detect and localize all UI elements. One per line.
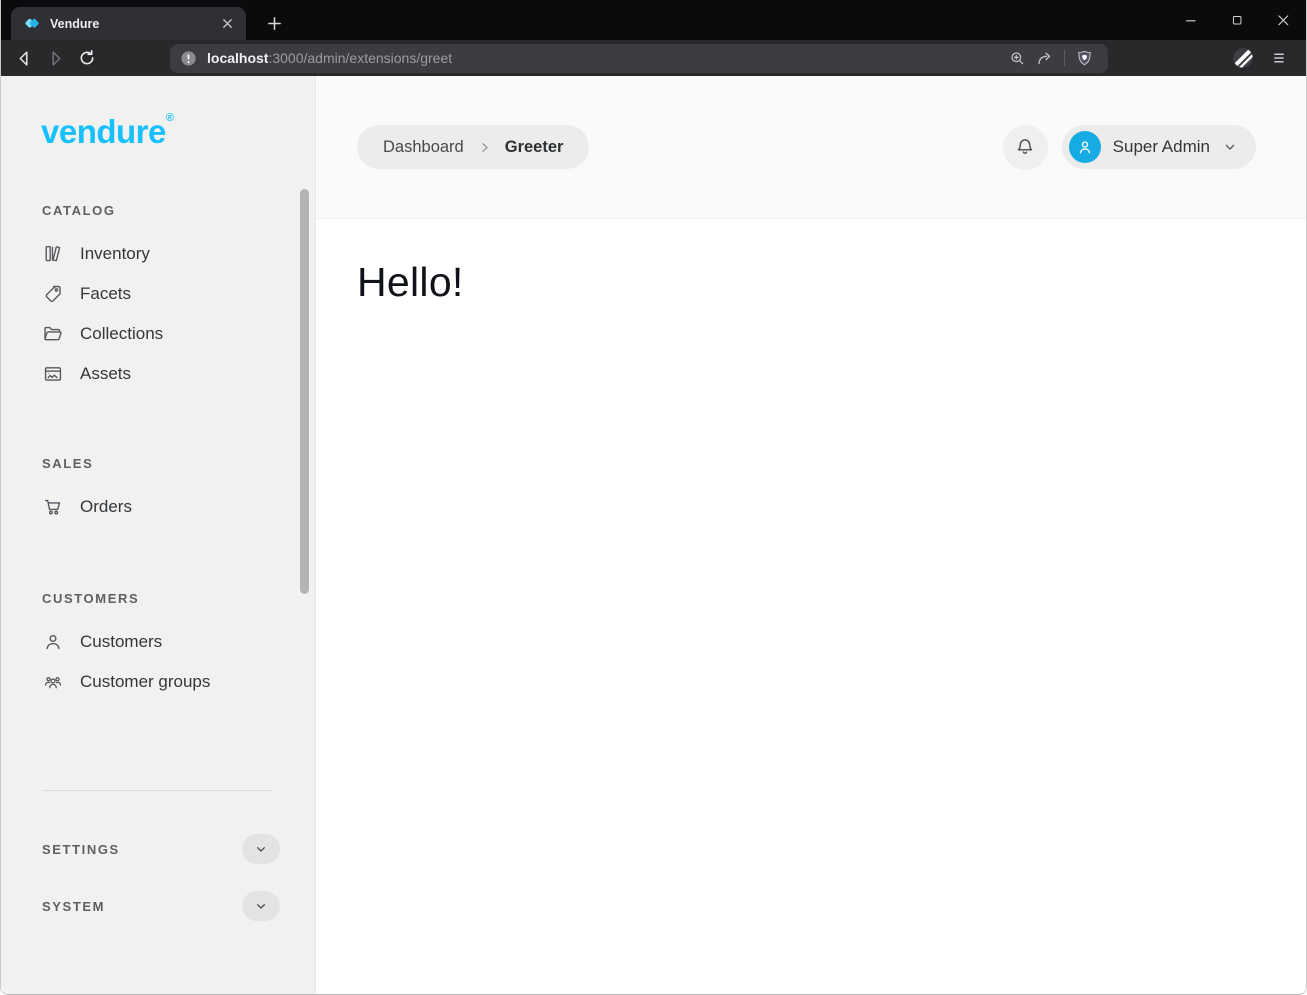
sidebar-divider xyxy=(42,790,272,791)
breadcrumb-chevron-icon xyxy=(477,140,492,155)
sidebar-item-label: Assets xyxy=(80,364,131,384)
sidebar-item-inventory[interactable]: Inventory xyxy=(42,234,315,274)
sidebar-item-label: Collections xyxy=(80,324,163,344)
browser-menu-icon[interactable] xyxy=(1264,43,1294,73)
sidebar-item-label: Orders xyxy=(80,497,132,517)
url-path: :3000/admin/extensions/greet xyxy=(268,50,452,66)
logo-row: vendure® xyxy=(1,76,315,151)
sidebar-item-label: Facets xyxy=(80,284,131,304)
sidebar-item-customer-groups[interactable]: Customer groups xyxy=(42,662,315,702)
sidebar-item-label: Inventory xyxy=(80,244,150,264)
site-info-icon[interactable] xyxy=(179,49,198,68)
section-label-customers: CUSTOMERS xyxy=(42,591,315,606)
breadcrumb: Dashboard Greeter xyxy=(357,125,589,169)
settings-expand-button[interactable] xyxy=(242,834,280,864)
maximize-button[interactable] xyxy=(1214,0,1260,40)
sidebar-item-facets[interactable]: Facets xyxy=(42,274,315,314)
section-customers: CUSTOMERS Customers xyxy=(1,591,315,702)
sidebar-section-settings[interactable]: SETTINGS xyxy=(42,829,280,869)
main-area: Dashboard Greeter xyxy=(316,76,1306,994)
back-button[interactable] xyxy=(9,43,40,73)
library-icon xyxy=(42,243,64,265)
address-bar[interactable]: localhost:3000/admin/extensions/greet xyxy=(170,44,1108,73)
zoom-page-icon[interactable] xyxy=(1003,46,1031,70)
profile-avatar-icon[interactable] xyxy=(1228,43,1258,73)
people-group-icon xyxy=(42,671,64,693)
browser-window: Vendure xyxy=(0,0,1307,995)
section-label-catalog: CATALOG xyxy=(42,203,315,218)
window-close-button[interactable] xyxy=(1260,0,1306,40)
section-catalog: CATALOG Inventory xyxy=(1,203,315,394)
shopping-cart-icon xyxy=(42,496,64,518)
url-host: localhost xyxy=(207,50,268,66)
sidebar-item-customers[interactable]: Customers xyxy=(42,622,315,662)
page-content: Hello! xyxy=(316,219,1306,994)
vendure-favicon-icon xyxy=(23,15,41,33)
brave-shield-icon[interactable] xyxy=(1070,46,1098,70)
page-heading: Hello! xyxy=(357,259,1306,306)
reload-button[interactable] xyxy=(71,43,102,73)
section-sales: SALES Orders xyxy=(1,456,315,527)
chevron-down-icon xyxy=(253,841,269,857)
notifications-button[interactable] xyxy=(1003,125,1048,170)
breadcrumb-greeter: Greeter xyxy=(505,138,564,157)
breadcrumb-dashboard[interactable]: Dashboard xyxy=(383,138,464,157)
person-icon xyxy=(42,631,64,653)
section-label-sales: SALES xyxy=(42,456,315,471)
image-stack-icon xyxy=(42,363,64,385)
toolbar-divider xyxy=(1064,50,1065,66)
header-actions: Super Admin xyxy=(1003,125,1256,170)
tag-icon xyxy=(42,283,64,305)
section-label-settings: SETTINGS xyxy=(42,842,120,857)
registered-mark: ® xyxy=(166,112,174,124)
sidebar-item-orders[interactable]: Orders xyxy=(42,487,315,527)
sidebar-item-assets[interactable]: Assets xyxy=(42,354,315,394)
main-header: Dashboard Greeter xyxy=(316,76,1306,219)
sidebar-item-collections[interactable]: Collections xyxy=(42,314,315,354)
user-name: Super Admin xyxy=(1113,137,1210,157)
chevron-down-icon xyxy=(1222,139,1238,155)
share-icon[interactable] xyxy=(1031,46,1059,70)
tab-title: Vendure xyxy=(50,17,218,31)
person-icon xyxy=(1075,137,1095,157)
new-tab-button[interactable] xyxy=(260,9,288,37)
sidebar-item-label: Customer groups xyxy=(80,672,210,692)
sidebar: vendure® CATALOG xyxy=(1,76,316,994)
user-menu-button[interactable]: Super Admin xyxy=(1062,125,1256,169)
user-avatar xyxy=(1069,131,1101,163)
sidebar-nav: CATALOG Inventory xyxy=(1,203,315,702)
forward-button[interactable] xyxy=(40,43,71,73)
sidebar-item-label: Customers xyxy=(80,632,162,652)
url-text[interactable]: localhost:3000/admin/extensions/greet xyxy=(207,50,1003,66)
sidebar-section-system[interactable]: SYSTEM xyxy=(42,886,280,926)
window-controls xyxy=(1168,0,1306,40)
bell-icon xyxy=(1014,136,1036,158)
chevron-down-icon xyxy=(253,898,269,914)
browser-toolbar: localhost:3000/admin/extensions/greet xyxy=(1,40,1306,76)
browser-titlebar: Vendure xyxy=(1,0,1306,40)
section-label-system: SYSTEM xyxy=(42,899,105,914)
system-expand-button[interactable] xyxy=(242,891,280,921)
vendure-logo[interactable]: vendure® xyxy=(41,113,173,150)
page-body: vendure® CATALOG xyxy=(1,76,1306,994)
sidebar-scrollbar-thumb[interactable] xyxy=(300,189,309,594)
browser-tab[interactable]: Vendure xyxy=(11,7,246,40)
folder-icon xyxy=(42,323,64,345)
tab-close-icon[interactable] xyxy=(218,15,236,33)
minimize-button[interactable] xyxy=(1168,0,1214,40)
